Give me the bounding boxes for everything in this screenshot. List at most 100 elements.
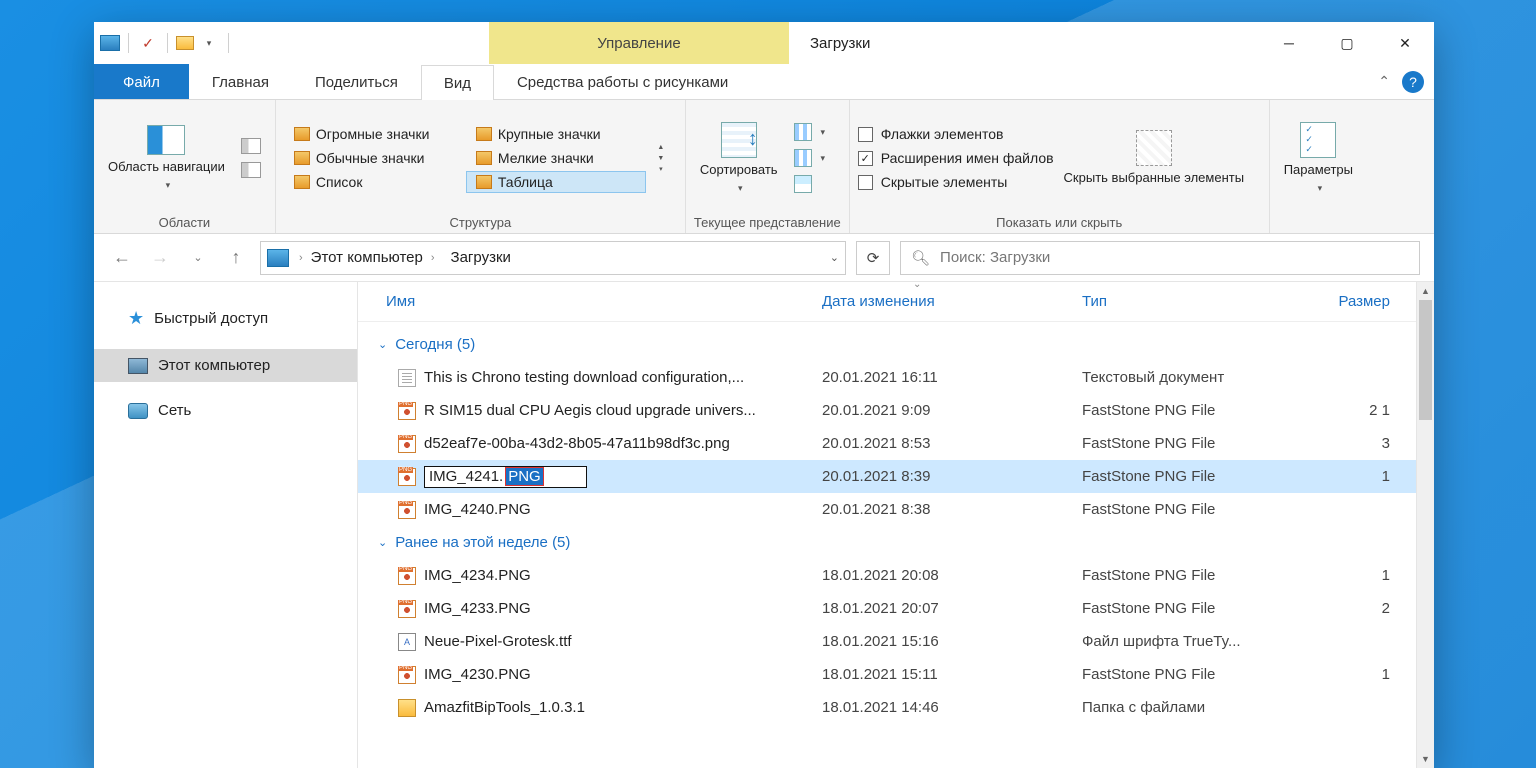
file-row[interactable]: d52eaf7e-00ba-43d2-8b05-47a11b98df3c.png…	[358, 427, 1416, 460]
tab-view[interactable]: Вид	[421, 65, 494, 100]
file-row[interactable]: IMG_4233.PNG18.01.2021 20:07FastStone PN…	[358, 592, 1416, 625]
details-pane-icon	[241, 162, 261, 178]
file-type: FastStone PNG File	[1082, 600, 1302, 617]
address-dropdown-icon[interactable]: ⌄	[830, 251, 839, 264]
file-size: 1	[1302, 468, 1400, 485]
file-row[interactable]: This is Chrono testing download configur…	[358, 361, 1416, 394]
details-pane-button[interactable]	[235, 160, 267, 180]
file-row[interactable]: IMG_4230.PNG 18.01.2021 15:11FastStone PN…	[358, 658, 1416, 691]
layout-extra-large[interactable]: Огромные значки	[284, 123, 464, 145]
rename-input[interactable]: IMG_4241.PNG	[424, 466, 587, 488]
file-date: 18.01.2021 15:16	[822, 633, 1082, 650]
scroll-thumb[interactable]	[1419, 300, 1432, 420]
ttf-file-icon: A	[398, 633, 416, 651]
item-checkboxes-toggle[interactable]: Флажки элементов	[858, 123, 1054, 145]
chevron-down-icon: ⌄	[378, 536, 387, 549]
maximize-button[interactable]: ▢	[1318, 22, 1376, 64]
column-header-type[interactable]: Тип	[1082, 293, 1302, 310]
sidebar-network[interactable]: Сеть	[94, 394, 357, 427]
layout-large[interactable]: Крупные значки	[466, 123, 646, 145]
sidebar-this-pc[interactable]: Этот компьютер	[94, 349, 357, 382]
breadcrumb-item[interactable]: ›Этот компьютер›	[293, 249, 441, 266]
minimize-button[interactable]: ─	[1260, 22, 1318, 64]
file-row[interactable]: R SIM15 dual CPU Aegis cloud upgrade uni…	[358, 394, 1416, 427]
file-date: 18.01.2021 15:11	[822, 666, 1082, 683]
scroll-up-button[interactable]: ▲	[1417, 282, 1434, 300]
tab-picture-tools[interactable]: Средства работы с рисунками	[494, 64, 751, 99]
sidebar-quick-access[interactable]: ★Быстрый доступ	[94, 300, 357, 337]
options-icon	[1300, 122, 1336, 158]
file-type: Текстовый документ	[1082, 369, 1302, 386]
group-header[interactable]: ⌄Ранее на этой неделе (5)	[358, 526, 1416, 559]
hidden-items-toggle[interactable]: Скрытые элементы	[858, 171, 1054, 193]
file-row[interactable]: AmazfitBipTools_1.0.3.118.01.2021 14:46П…	[358, 691, 1416, 724]
file-name: IMG_4240.PNG	[424, 501, 531, 518]
column-header-name[interactable]: Имя	[358, 293, 822, 310]
address-bar[interactable]: ›Этот компьютер› Загрузки ⌄	[260, 241, 846, 275]
layout-list[interactable]: Список	[284, 171, 464, 193]
breadcrumb-item[interactable]: Загрузки	[445, 249, 517, 266]
tab-file[interactable]: Файл	[94, 64, 189, 99]
up-button[interactable]: ↑	[222, 244, 250, 272]
column-header-date[interactable]: Дата изменения	[822, 293, 1082, 310]
new-folder-icon[interactable]	[176, 36, 194, 50]
navigation-pane-button[interactable]: Область навигации	[102, 123, 231, 193]
scroll-down-button[interactable]: ▼	[1417, 750, 1434, 768]
layout-details[interactable]: Таблица	[466, 171, 646, 193]
file-date: 20.01.2021 8:38	[822, 501, 1082, 518]
qat-dropdown-icon[interactable]: ▾	[198, 32, 220, 54]
layout-icon	[476, 175, 492, 189]
layout-scroll-up[interactable]: ▲	[654, 142, 668, 152]
add-columns-button[interactable]	[788, 147, 832, 169]
file-row[interactable]: IMG_4240.PNG20.01.2021 8:38FastStone PNG…	[358, 493, 1416, 526]
pc-icon	[128, 358, 148, 374]
file-name: IMG_4230.PNG	[424, 666, 531, 683]
checkbox-icon	[858, 175, 873, 190]
file-date: 18.01.2021 14:46	[822, 699, 1082, 716]
file-size: 1	[1302, 666, 1400, 683]
options-button[interactable]: Параметры	[1278, 120, 1359, 196]
column-headers: ⌄ Имя Дата изменения Тип Размер	[358, 282, 1416, 322]
png-file-icon	[398, 402, 416, 420]
properties-icon[interactable]: ✓	[137, 32, 159, 54]
help-button[interactable]: ?	[1402, 71, 1424, 93]
file-type: FastStone PNG File	[1082, 435, 1302, 452]
layout-icon	[294, 175, 310, 189]
size-columns-button[interactable]	[788, 173, 832, 195]
preview-pane-icon	[241, 138, 261, 154]
file-row[interactable]: ANeue-Pixel-Grotesk.ttf18.01.2021 15:16Ф…	[358, 625, 1416, 658]
recent-locations-button[interactable]: ⌄	[184, 244, 212, 272]
location-icon	[267, 249, 289, 267]
tab-share[interactable]: Поделиться	[292, 64, 421, 99]
layout-small[interactable]: Мелкие значки	[466, 147, 646, 169]
sort-by-button[interactable]: Сортировать	[694, 120, 784, 196]
file-extensions-toggle[interactable]: ✓Расширения имен файлов	[858, 147, 1054, 169]
layout-medium[interactable]: Обычные значки	[284, 147, 464, 169]
hide-selected-button[interactable]: Скрыть выбранные элементы	[1058, 128, 1251, 188]
ribbon-group-panes: Область навигации Области	[94, 100, 276, 233]
ribbon-group-label: Структура	[284, 212, 677, 231]
file-row[interactable]: IMG_4234.PNG18.01.2021 20:08FastStone PN…	[358, 559, 1416, 592]
sort-indicator-icon: ⌄	[913, 279, 921, 290]
checkbox-icon: ✓	[858, 151, 873, 166]
layout-scroll-down[interactable]: ▼	[654, 153, 668, 163]
refresh-button[interactable]: ⟳	[856, 241, 890, 275]
column-header-size[interactable]: Размер	[1302, 293, 1400, 310]
group-by-button[interactable]	[788, 121, 832, 143]
vertical-scrollbar[interactable]: ▲ ▼	[1416, 282, 1434, 768]
file-list[interactable]: ⌄Сегодня (5)This is Chrono testing downl…	[358, 322, 1416, 768]
close-button[interactable]: ✕	[1376, 22, 1434, 64]
file-type: FastStone PNG File	[1082, 666, 1302, 683]
columns-icon	[794, 149, 812, 167]
file-row[interactable]: IMG_4241.PNG20.01.2021 8:39FastStone PNG…	[358, 460, 1416, 493]
layout-more[interactable]: ▾	[654, 164, 668, 174]
file-name: d52eaf7e-00ba-43d2-8b05-47a11b98df3c.png	[424, 435, 730, 452]
network-icon	[128, 403, 148, 419]
forward-button[interactable]: →	[146, 244, 174, 272]
preview-pane-button[interactable]	[235, 136, 267, 156]
search-box[interactable]: 🔍︎ Поиск: Загрузки	[900, 241, 1420, 275]
group-header[interactable]: ⌄Сегодня (5)	[358, 328, 1416, 361]
back-button[interactable]: ←	[108, 244, 136, 272]
tab-home[interactable]: Главная	[189, 64, 292, 99]
collapse-ribbon-icon[interactable]: ⌃	[1378, 73, 1390, 90]
